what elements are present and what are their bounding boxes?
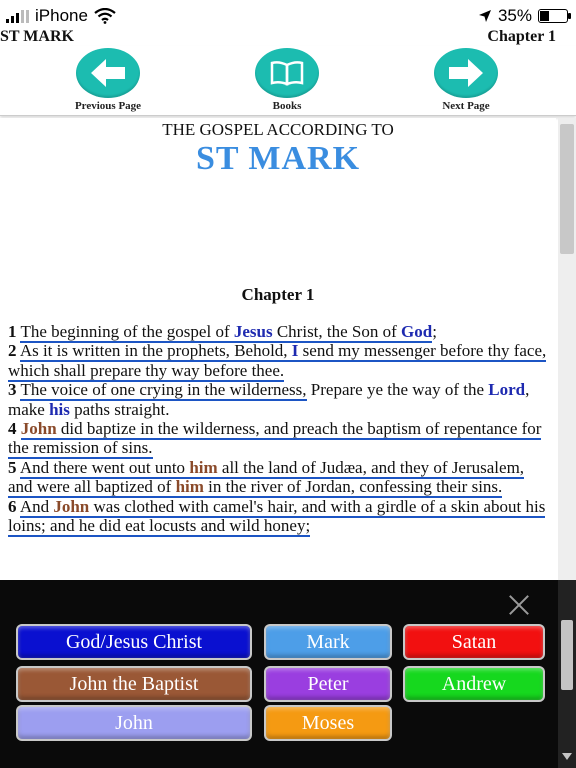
previous-page-label: Previous Page: [74, 100, 142, 112]
next-page-button[interactable]: Next Page: [416, 48, 516, 112]
verse-1[interactable]: 1 The beginning of the gospel of Jesus C…: [8, 322, 550, 343]
legend-chip-mark[interactable]: Mark: [266, 626, 390, 658]
legend-chip-john[interactable]: John: [18, 707, 250, 739]
legend-chip-andrew[interactable]: Andrew: [405, 668, 543, 700]
status-right: 35%: [478, 6, 571, 26]
highlighted-name: John: [20, 419, 57, 441]
scripture-content: THE GOSPEL ACCORDING TO ST MARK Chapter …: [0, 118, 556, 580]
verse-text: paths straight.: [69, 399, 170, 419]
chapter-heading: Chapter 1: [241, 285, 315, 304]
highlighted-name: God: [401, 322, 433, 343]
battery-level-fill: [540, 11, 549, 21]
content-scroll-thumb[interactable]: [560, 124, 574, 254]
legend-chip-god-jesus-christ[interactable]: God/Jesus Christ: [18, 626, 250, 658]
close-icon[interactable]: [508, 594, 530, 616]
verse-text: ;: [432, 322, 437, 341]
verse-number: 6: [8, 496, 17, 516]
books-button[interactable]: Books: [237, 48, 337, 112]
highlighted-name: his: [49, 399, 70, 419]
verse-text: Prepare ye the way of the: [306, 380, 489, 400]
legend-chip-peter[interactable]: Peter: [266, 668, 390, 700]
verse-4[interactable]: 4 John did baptize in the wilderness, an…: [8, 419, 550, 460]
legend-chip-moses[interactable]: Moses: [266, 707, 390, 739]
next-page-label: Next Page: [442, 100, 490, 112]
verse-number: 5: [8, 457, 17, 477]
chapter-label: Chapter 1: [487, 28, 556, 45]
verse-6[interactable]: 6 And John was clothed with camel's hair…: [8, 496, 550, 538]
signal-icon: [6, 9, 29, 23]
legend-scroll-thumb[interactable]: [561, 620, 573, 690]
previous-page-button[interactable]: Previous Page: [58, 48, 158, 112]
title-bar: ST MARK Chapter 1: [0, 28, 576, 46]
verse-number: 4: [8, 419, 17, 439]
wifi-icon: [94, 8, 116, 24]
location-arrow-icon: [478, 10, 491, 22]
legend-chip-john-the-baptist[interactable]: John the Baptist: [18, 668, 250, 700]
carrier-name: iPhone: [35, 6, 88, 25]
verse-3[interactable]: 3 The voice of one crying in the wildern…: [8, 380, 550, 419]
battery-icon: [538, 9, 571, 23]
verse-text: did baptize in the wilderness, and preac…: [8, 419, 542, 460]
highlighted-name: him: [189, 457, 218, 479]
legend-scrollbar[interactable]: [558, 580, 576, 768]
highlighted-name: Lord: [488, 380, 526, 400]
verse-text: And there went out unto: [19, 457, 190, 479]
battery-percent: 35%: [497, 6, 532, 25]
highlighted-name: him: [175, 477, 204, 499]
navigation-toolbar: Previous Page Books Next Page: [0, 46, 576, 116]
highlight-legend-panel: God/Jesus Christ Mark Satan John the Baptis…: [0, 580, 576, 768]
verse-list: 1 The beginning of the gospel of Jesus C…: [8, 322, 550, 538]
gospel-subtitle: THE GOSPEL ACCORDING TO: [162, 120, 394, 139]
verse-number: 3: [8, 380, 17, 400]
verse-5[interactable]: 5 And there went out unto him all the la…: [8, 457, 550, 499]
verse-number: 1: [8, 322, 17, 341]
carrier-group: iPhone: [6, 6, 116, 26]
verse-text: The voice of one crying in the wildernes…: [20, 380, 307, 402]
gospel-title: ST MARK: [195, 140, 361, 177]
verse-text: was clothed with camel's hair, and with …: [8, 496, 546, 538]
verse-text: Behold,: [234, 341, 292, 363]
content-scrollbar[interactable]: [558, 118, 576, 580]
left-arrow-icon: [76, 48, 140, 98]
verse-2[interactable]: 2 As it is written in the prophets, Beho…: [8, 341, 550, 382]
verse-number: 2: [8, 341, 17, 361]
highlighted-name: John: [53, 496, 90, 518]
legend-chip-satan[interactable]: Satan: [405, 626, 543, 658]
verse-text: And: [19, 496, 54, 518]
highlighted-name: Jesus: [233, 322, 273, 343]
status-bar: iPhone 35%: [0, 0, 576, 30]
verse-text: Christ, the Son of: [272, 322, 402, 343]
right-arrow-icon: [434, 48, 498, 98]
book-title: ST MARK: [0, 28, 74, 45]
verse-text: The beginning of the gospel of: [20, 322, 234, 343]
book-icon: [255, 48, 319, 98]
verse-text: in the river of Jordan, confessing their…: [203, 477, 503, 499]
scroll-down-arrow-icon[interactable]: [562, 753, 572, 760]
books-label: Books: [272, 100, 302, 112]
verse-text: As it is written in the prophets,: [19, 341, 235, 363]
